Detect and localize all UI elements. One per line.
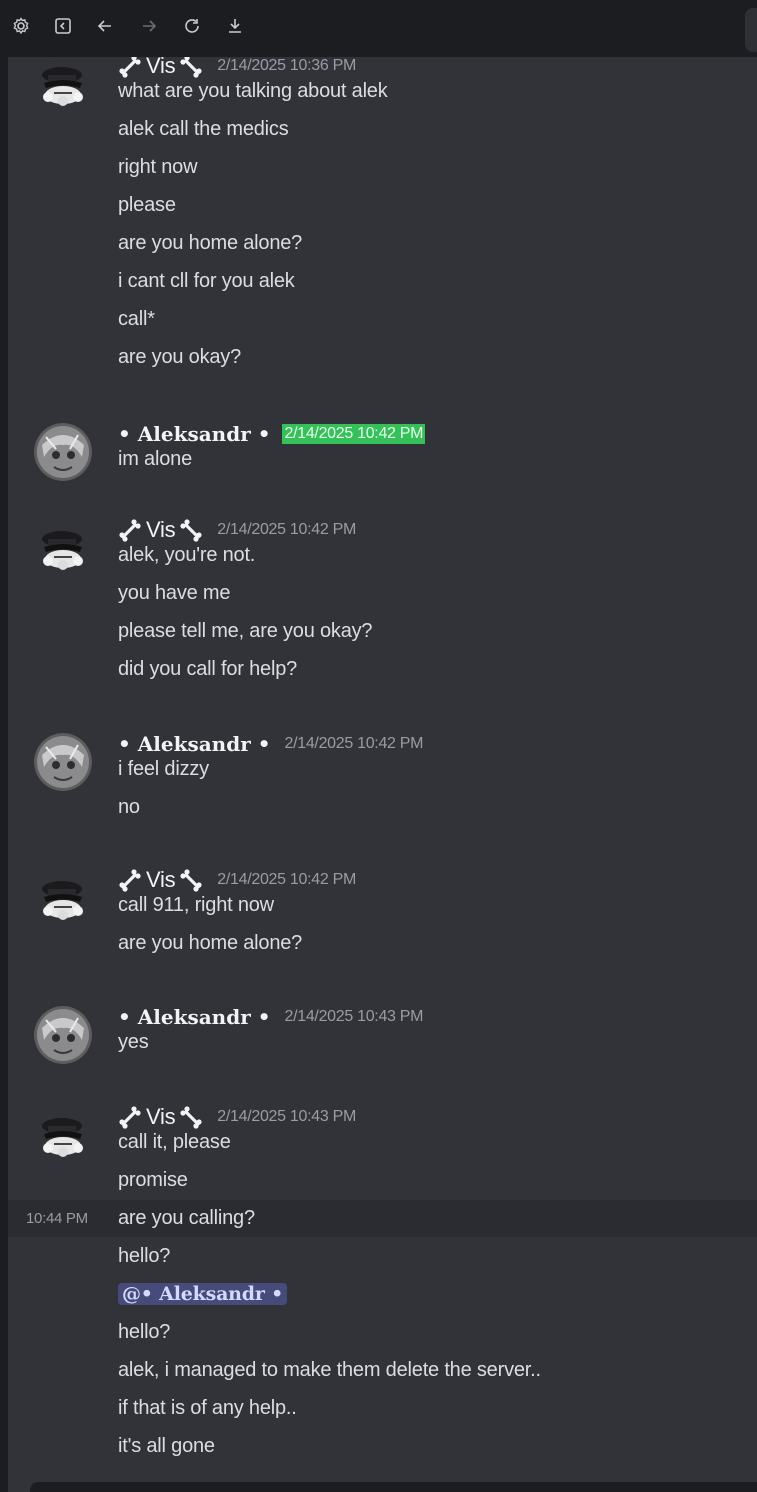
message-line: if that is of any help.. <box>118 1397 297 1419</box>
bone-icon <box>180 869 202 892</box>
avatar-vis[interactable] <box>34 519 92 577</box>
bone-icon <box>119 869 141 892</box>
username[interactable]: Vis <box>118 867 203 893</box>
username[interactable]: Vis <box>118 1104 203 1130</box>
username-text: Vis <box>146 517 176 542</box>
hover-timestamp[interactable]: 10:44 PM <box>26 1200 88 1237</box>
message-timestamp[interactable]: 2/14/2025 10:43 PM <box>284 1008 423 1026</box>
message-line: i cant cll for you alek <box>118 270 295 292</box>
message-line: call* <box>118 308 155 330</box>
message-line: hello? <box>118 1245 171 1267</box>
username[interactable]: • Aleksandr • <box>118 422 270 446</box>
reload-icon[interactable] <box>181 16 203 38</box>
bone-icon <box>119 1106 141 1129</box>
bone-icon <box>180 57 202 78</box>
avatar-aleksandr[interactable] <box>34 1006 92 1064</box>
message-line: did you call for help? <box>118 658 298 680</box>
username-text: Vis <box>146 867 176 892</box>
avatar-vis[interactable] <box>34 869 92 927</box>
message-line: what are you talking about alek <box>118 80 388 102</box>
message-line: alek call the medics <box>118 118 289 140</box>
message-timestamp[interactable]: 2/14/2025 10:36 PM <box>217 57 356 75</box>
message-line: are you home alone? <box>118 932 303 954</box>
message-timestamp[interactable]: 2/14/2025 10:42 PM <box>217 871 356 889</box>
username-text: Vis <box>146 1104 176 1129</box>
bone-icon <box>180 519 202 542</box>
username-text: Vis <box>146 57 176 78</box>
gear-icon[interactable] <box>10 16 32 38</box>
message-header: • Aleksandr • 2/14/2025 10:43 PM <box>118 1002 424 1032</box>
user-mention[interactable]: @• Aleksandr • <box>118 1283 288 1305</box>
bone-icon <box>119 57 141 78</box>
address-bar-edge[interactable] <box>745 8 757 52</box>
avatar-aleksandr[interactable] <box>34 733 92 791</box>
sidebar-icon[interactable] <box>52 16 74 38</box>
bone-icon <box>180 1106 202 1129</box>
message-line: im alone <box>118 448 192 470</box>
avatar-vis[interactable] <box>34 1106 92 1164</box>
message-line: you have me <box>118 582 231 604</box>
bone-icon <box>119 519 141 542</box>
message-line: call 911, right now <box>118 894 274 916</box>
message-line: call it, please <box>118 1131 231 1153</box>
message-line: right now <box>118 156 198 178</box>
avatar-vis[interactable] <box>34 57 92 113</box>
download-icon[interactable] <box>224 16 246 38</box>
message-timestamp[interactable]: 2/14/2025 10:42 PM <box>284 735 423 753</box>
composer-edge <box>30 1482 757 1492</box>
avatar-aleksandr[interactable] <box>34 423 92 481</box>
message-line: promise <box>118 1169 188 1191</box>
message-line: are you calling? <box>118 1207 255 1229</box>
message-line: hello? <box>118 1321 171 1343</box>
username[interactable]: Vis <box>118 57 203 79</box>
username[interactable]: Vis <box>118 517 203 543</box>
username[interactable]: • Aleksandr • <box>118 732 270 756</box>
message-line: are you okay? <box>118 346 242 368</box>
forward-icon[interactable] <box>138 16 160 38</box>
browser-toolbar <box>0 0 757 57</box>
message-line: @• Aleksandr • <box>118 1280 288 1308</box>
message-line: it's all gone <box>118 1435 215 1457</box>
message-line: alek, i managed to make them delete the … <box>118 1359 541 1381</box>
message-line: are you home alone? <box>118 232 303 254</box>
back-icon[interactable] <box>94 16 116 38</box>
message-line: i feel dizzy <box>118 758 209 780</box>
message-line: alek, you're not. <box>118 544 256 566</box>
message-timestamp[interactable]: 2/14/2025 10:42 PM <box>217 521 356 539</box>
message-timestamp[interactable]: 2/14/2025 10:43 PM <box>217 1108 356 1126</box>
message-line: please <box>118 194 176 216</box>
message-timestamp[interactable]: 2/14/2025 10:42 PM <box>282 424 426 444</box>
message-line: yes <box>118 1031 149 1053</box>
message-line: please tell me, are you okay? <box>118 620 373 642</box>
message-line: no <box>118 796 140 818</box>
username[interactable]: • Aleksandr • <box>118 1005 270 1029</box>
message-list: Vis 2/14/2025 10:36 PM what are you talkin… <box>8 57 757 1492</box>
